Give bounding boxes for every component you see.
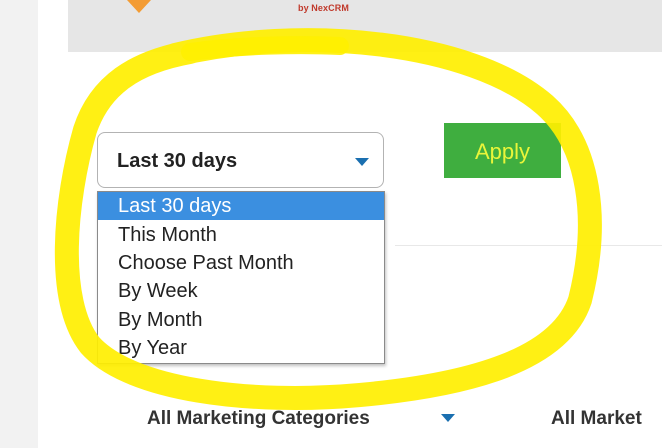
header-bar	[68, 0, 662, 52]
caret-down-icon[interactable]	[441, 414, 455, 422]
period-dropdown-list: Last 30 days This Month Choose Past Mont…	[97, 191, 385, 364]
screenshot-root: by NexCRM Last 30 days Last 30 days This…	[0, 0, 662, 448]
left-gutter	[0, 0, 38, 448]
section-divider	[395, 245, 662, 246]
period-select-value: Last 30 days	[117, 150, 238, 172]
period-option-this-month[interactable]: This Month	[98, 221, 384, 249]
period-option-by-week[interactable]: By Week	[98, 277, 384, 305]
period-option-by-year[interactable]: By Year	[98, 334, 384, 362]
logo-chevron-icon	[127, 0, 151, 13]
period-option-by-month[interactable]: By Month	[98, 306, 384, 334]
marketing-filter-partial[interactable]: All Market	[551, 408, 642, 430]
logo-subtitle: by NexCRM	[298, 3, 349, 13]
marketing-categories-filter[interactable]: All Marketing Categories	[147, 408, 370, 430]
caret-down-icon[interactable]	[355, 158, 369, 166]
period-select[interactable]: Last 30 days	[97, 132, 384, 188]
period-option-last-30-days[interactable]: Last 30 days	[98, 192, 384, 220]
period-option-choose-past-month[interactable]: Choose Past Month	[98, 249, 384, 277]
apply-button[interactable]: Apply	[444, 123, 561, 178]
